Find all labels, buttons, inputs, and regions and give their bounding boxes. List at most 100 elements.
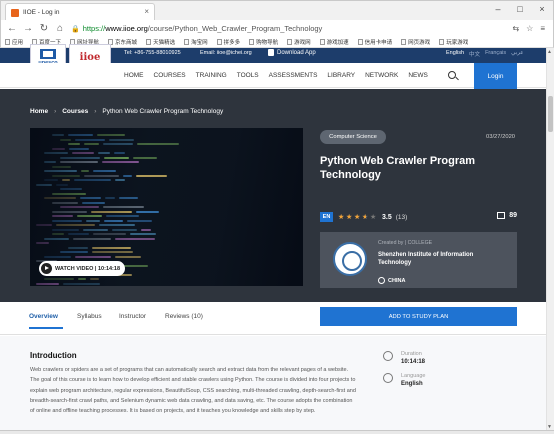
unesco-temple-icon — [40, 48, 56, 59]
category-badge[interactable]: Computer Science — [320, 130, 386, 144]
page-icon — [439, 39, 445, 45]
lang-chinese[interactable]: 中文 — [469, 50, 480, 58]
nav-assessments[interactable]: ASSESSMENTS — [269, 72, 318, 79]
browser-tab[interactable]: IIOE - Log in × — [5, 3, 155, 21]
nav-library[interactable]: LIBRARY — [327, 72, 355, 79]
bookmark-item[interactable]: 拼多多 — [216, 38, 241, 46]
rating-count[interactable]: (13) — [396, 214, 408, 221]
download-app-link[interactable]: Download App — [268, 49, 316, 56]
bookmark-label: 游戏网 — [294, 40, 311, 46]
bookmark-item[interactable]: 网页游戏 — [401, 38, 430, 46]
tab-overview[interactable]: Overview — [29, 313, 58, 320]
nav-tools[interactable]: TOOLS — [237, 72, 259, 79]
url-path: /course/Python_Web_Crawler_Program_Techn… — [147, 24, 323, 33]
page-icon — [216, 39, 222, 45]
translate-icon[interactable]: ⇆ — [512, 24, 519, 33]
lang-english[interactable]: English — [446, 50, 464, 58]
scrollbar-thumb[interactable] — [548, 96, 553, 132]
nav-home[interactable]: HOME — [124, 72, 144, 79]
url-field[interactable]: 🔒 https://www.iioe.org/course/Python_Web… — [71, 22, 506, 35]
language-label: Language — [401, 373, 426, 379]
breadcrumb-home[interactable]: Home — [30, 108, 48, 115]
language-value: English — [401, 381, 423, 387]
window-bottom-edge — [0, 430, 554, 434]
breadcrumb-separator-icon: › — [54, 108, 57, 115]
star-icon: ★★ — [338, 213, 345, 221]
search-icon[interactable] — [448, 71, 456, 79]
page-icon — [287, 39, 293, 45]
breadcrumb-courses[interactable]: Courses — [62, 108, 88, 115]
institution-card[interactable]: Created by | COLLEGE Shenzhen Institute … — [320, 232, 517, 288]
nav-training[interactable]: TRAINING — [196, 72, 227, 79]
add-to-study-plan-button[interactable]: ADD TO STUDY PLAN — [320, 307, 517, 326]
lang-french[interactable]: Français — [485, 50, 506, 58]
star-icon: ★★ — [346, 213, 353, 221]
bookmark-item[interactable]: 购物导航 — [249, 38, 278, 46]
language-meta: Language English — [383, 373, 425, 387]
bookmark-item[interactable]: 玩家游戏 — [439, 38, 468, 46]
bookmark-item[interactable]: 游戏加速 — [319, 38, 349, 46]
bookmark-label: 拼多多 — [223, 40, 241, 46]
menu-icon[interactable]: ≡ — [540, 24, 545, 33]
reload-icon[interactable]: ↻ — [39, 23, 49, 34]
watch-video-button[interactable]: WATCH VIDEO | 10:14:18 — [39, 261, 126, 276]
rating-value: 3.5 — [382, 213, 392, 221]
bookmark-item[interactable]: 游戏网 — [287, 38, 311, 46]
learners-count: 89 — [497, 212, 517, 219]
breadcrumb-separator-icon: › — [94, 108, 97, 115]
bookmark-item[interactable]: 应用 — [5, 38, 23, 46]
star-rating: ★★★★★★★★★★ — [338, 214, 377, 221]
download-app-label: Download App — [277, 49, 316, 56]
bookmark-item[interactable]: 淘宝网 — [184, 38, 208, 46]
browser-titlebar: IIOE - Log in × – □ × — [0, 0, 554, 21]
watch-video-label: WATCH VIDEO | 10:14:18 — [55, 265, 121, 272]
breadcrumb: Home › Courses › Python Web Crawler Prog… — [30, 108, 223, 115]
active-tab-indicator — [29, 327, 63, 329]
bookmark-label: 购物导航 — [256, 40, 279, 46]
bookmark-star-icon[interactable]: ☆ — [526, 24, 533, 33]
course-date: 03/27/2020 — [486, 134, 516, 140]
bookmark-label: 天猫精选 — [153, 40, 176, 46]
bookmark-label: 网页游戏 — [408, 40, 431, 46]
tab-reviews[interactable]: Reviews (10) — [165, 313, 203, 320]
country-label: CHINA — [388, 277, 406, 284]
bookmark-label: 京东商城 — [115, 40, 138, 46]
close-window-icon[interactable]: × — [537, 4, 547, 14]
forward-icon[interactable]: → — [23, 23, 33, 34]
tab-syllabus[interactable]: Syllabus — [77, 313, 102, 320]
maximize-icon[interactable]: □ — [515, 4, 525, 14]
login-button[interactable]: Login — [474, 63, 517, 89]
bookmark-label: 应用 — [12, 40, 24, 46]
lang-arabic[interactable]: عربي — [511, 50, 523, 58]
breadcrumb-current: Python Web Crawler Program Technology — [102, 108, 224, 115]
address-bar: ← → ↻ ⌂ 🔒 https://www.iioe.org/course/Py… — [0, 20, 554, 37]
nav-courses[interactable]: COURSES — [154, 72, 186, 79]
apps-icon — [5, 39, 10, 45]
home-icon[interactable]: ⌂ — [55, 23, 65, 34]
bookmark-item[interactable]: 信用卡申请 — [357, 38, 392, 46]
contact-email[interactable]: Email: iioe@ichei.org — [200, 50, 252, 56]
created-by: Created by | COLLEGE — [378, 240, 433, 246]
back-icon[interactable]: ← — [7, 23, 17, 34]
page-icon — [319, 39, 325, 45]
page-icon — [249, 39, 255, 45]
close-tab-icon[interactable]: × — [144, 7, 149, 16]
globe-icon — [378, 277, 385, 284]
star-icon: ★★ — [354, 213, 361, 221]
tab-instructor[interactable]: Instructor — [119, 313, 146, 320]
phone-icon — [268, 49, 274, 56]
bookmark-item[interactable]: 京东商城 — [108, 38, 137, 46]
language-badge: EN — [320, 212, 333, 222]
page-icon — [146, 39, 152, 45]
window-controls: – □ × — [493, 4, 547, 14]
tab-title: IIOE - Log in — [23, 9, 60, 16]
nav-links: HOME COURSES TRAINING TOOLS ASSESSMENTS … — [124, 72, 428, 79]
bookmark-item[interactable]: 天猫精选 — [146, 38, 175, 46]
nav-news[interactable]: NEWS — [408, 72, 428, 79]
duration-label: Duration — [401, 351, 422, 357]
nav-network[interactable]: NETWORK — [365, 72, 398, 79]
institution-name[interactable]: Shenzhen Institute of Information Techno… — [378, 251, 508, 267]
clock-icon — [383, 351, 393, 361]
scroll-up-icon[interactable]: ▲ — [547, 49, 552, 55]
minimize-icon[interactable]: – — [493, 4, 503, 14]
